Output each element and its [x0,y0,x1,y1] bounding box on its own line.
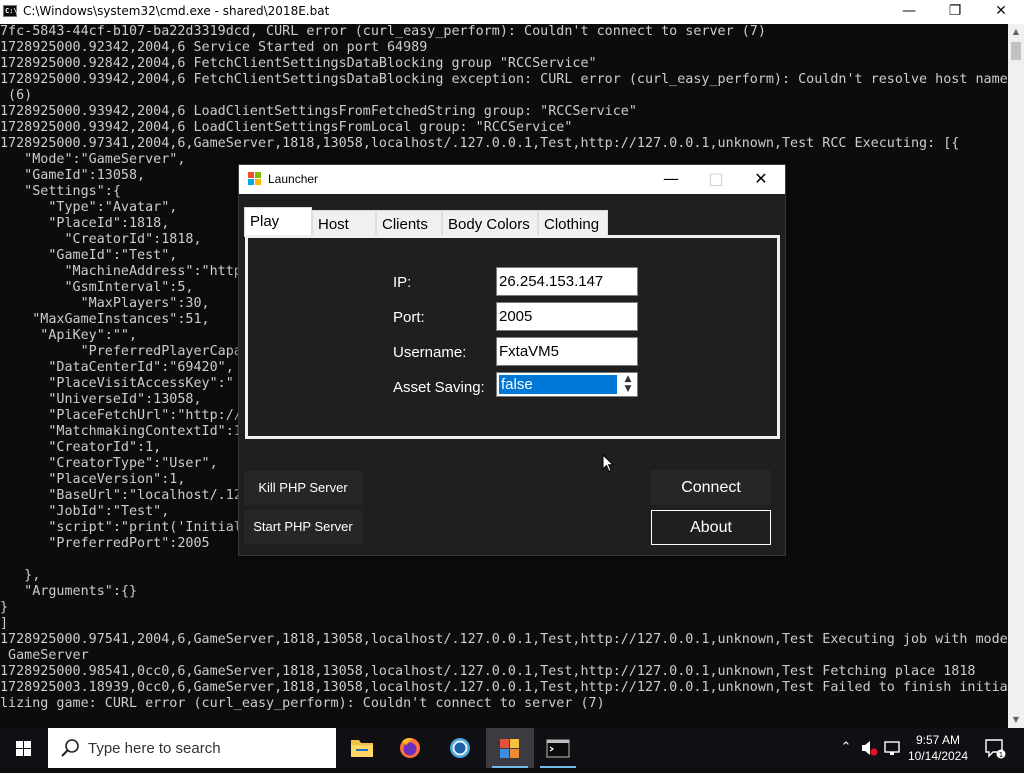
console-title: C:\Windows\system32\cmd.exe - shared\201… [23,4,330,18]
chrome-icon [450,738,470,758]
terminal-icon [546,739,570,758]
maximize-button[interactable]: ❐ [932,0,978,24]
port-input[interactable]: 2005 [496,302,638,331]
windows-logo-icon [16,741,31,756]
launcher-close-button[interactable]: ✕ [739,165,783,194]
clock-date: 10/14/2024 [907,749,969,763]
chrome-taskbar-button[interactable] [436,728,484,768]
ip-label: IP: [393,274,412,291]
scroll-thumb[interactable] [1011,42,1021,60]
firefox-taskbar-button[interactable] [386,728,434,768]
console-scrollbar[interactable]: ▲ ▼ [1008,24,1024,728]
clock-time: 9:57 AM [915,733,961,747]
minimize-button[interactable]: — [886,0,932,24]
launcher-taskbar-button[interactable] [486,728,534,768]
connect-button[interactable]: Connect [651,470,771,505]
notification-center-icon[interactable]: 1 [982,728,1006,768]
launcher-title: Launcher [268,172,319,186]
asset-saving-select[interactable]: false ▲ ▼ [496,372,638,397]
asset-saving-value: false [499,375,617,394]
tab-clients[interactable]: Clients [376,210,442,237]
launcher-window: Launcher — □ ✕ Play Host Clients Body Co… [238,164,786,556]
svg-text:1: 1 [999,751,1003,759]
launcher-minimize-button[interactable]: — [649,165,693,194]
kill-php-server-button[interactable]: Kill PHP Server [244,471,362,505]
mouse-cursor-icon [602,454,614,473]
cmd-icon: C:\ [3,5,18,17]
launcher-maximize-button: □ [708,169,724,188]
start-button[interactable] [0,728,48,768]
port-label: Port: [393,309,425,326]
start-php-server-button[interactable]: Start PHP Server [244,510,362,544]
about-button[interactable]: About [651,510,771,545]
play-tab-panel: IP: 26.254.153.147 Port: 2005 Username: … [245,235,780,439]
username-input[interactable]: FxtaVM5 [496,337,638,366]
search-placeholder: Type here to search [88,740,221,757]
scroll-down-icon[interactable]: ▼ [1008,712,1024,728]
tab-body-colors[interactable]: Body Colors [442,210,538,237]
show-hidden-icons-chevron-icon[interactable]: ⌃ [836,728,856,768]
folder-icon [351,740,373,757]
ip-input[interactable]: 26.254.153.147 [496,267,638,296]
taskbar-clock[interactable]: 9:57 AM 10/14/2024 [896,732,980,764]
command-prompt-taskbar-button[interactable] [534,728,582,768]
taskbar-search-box[interactable]: Type here to search [48,728,336,768]
launcher-app-taskbar-icon [500,739,519,758]
taskbar: Type here to search ⌃ 9:57 AM 10/14/2024… [0,728,1024,768]
asset-saving-label: Asset Saving: [393,379,485,396]
file-explorer-taskbar-button[interactable] [338,728,386,768]
launcher-app-icon [248,172,261,185]
launcher-title-bar[interactable]: Launcher — □ ✕ [239,165,785,194]
tab-play[interactable]: Play [244,207,312,237]
spinner-arrows-icon[interactable]: ▲ ▼ [621,374,635,395]
close-button[interactable]: ✕ [978,0,1024,24]
username-label: Username: [393,344,467,361]
console-title-bar[interactable]: C:\ C:\Windows\system32\cmd.exe - shared… [0,0,1024,24]
search-icon [61,739,79,757]
tab-clothing[interactable]: Clothing [538,210,608,237]
tab-host[interactable]: Host [312,210,376,237]
firefox-icon [400,738,420,758]
volume-muted-icon[interactable] [858,728,880,768]
scroll-up-icon[interactable]: ▲ [1008,24,1024,40]
